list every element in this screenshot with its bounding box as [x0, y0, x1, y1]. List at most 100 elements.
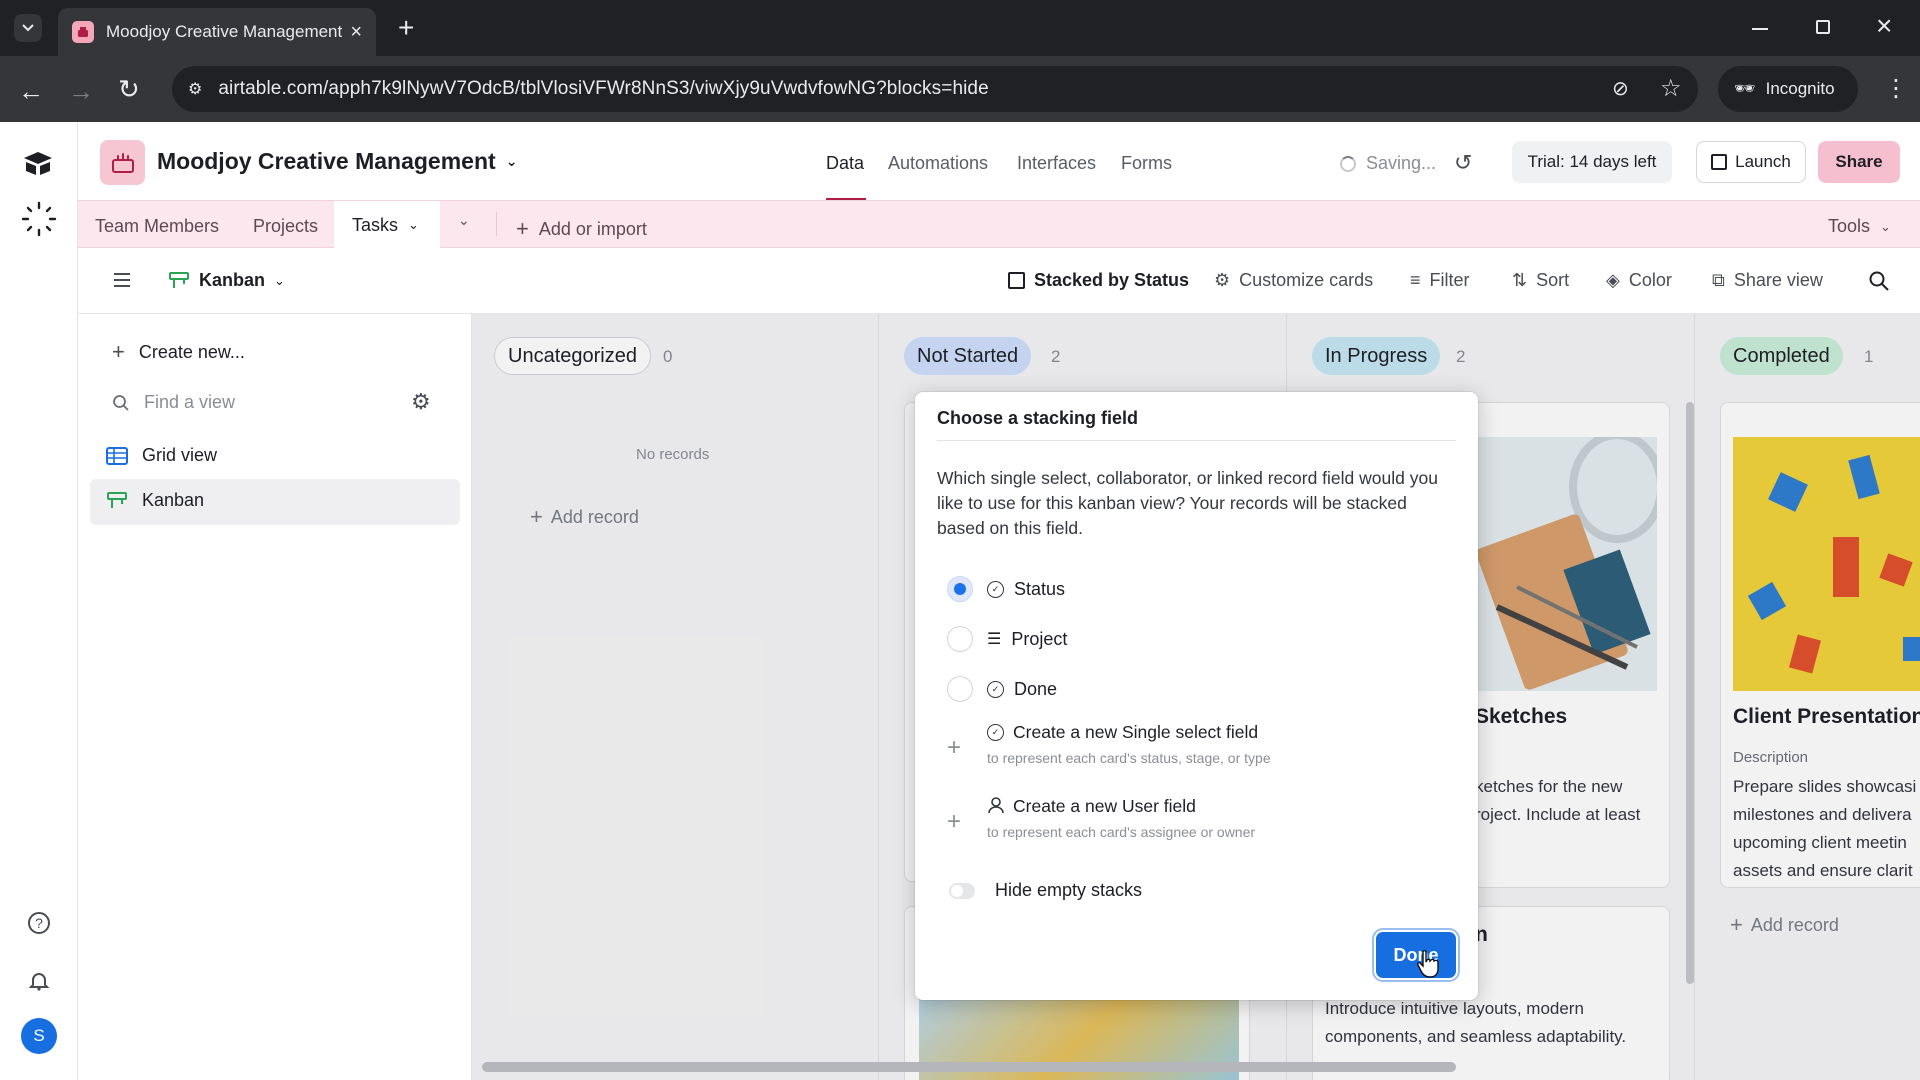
sidebar-toggle-icon[interactable] [112, 272, 132, 288]
back-icon[interactable]: ← [18, 76, 44, 107]
customize-cards-label: Customize cards [1239, 270, 1374, 290]
filter-icon: ≡ [1410, 270, 1421, 290]
chevron-down-icon: ⌄ [1880, 218, 1891, 234]
popover-description: Which single select, collaborator, or li… [937, 468, 1438, 538]
saving-status: Saving... [1340, 153, 1436, 174]
filter-button[interactable]: ≡ Filter [1410, 270, 1470, 291]
share-view-label: Share view [1733, 270, 1823, 290]
nav-interfaces[interactable]: Interfaces [1017, 153, 1096, 174]
stacking-field-popover: Choose a stacking field Which single sel… [915, 392, 1478, 1000]
sort-label: Sort [1536, 270, 1570, 290]
create-single-select-label: Create a new Single select field [1013, 722, 1259, 742]
new-tab-icon[interactable]: + [398, 12, 414, 44]
add-or-import-button[interactable]: + Add or import [516, 216, 647, 242]
table-tab-team-members[interactable]: Team Members [95, 216, 219, 237]
single-select-icon: ✓ [987, 680, 1004, 698]
tools-menu[interactable]: Tools ⌄ [1828, 216, 1891, 237]
bookmark-star-icon[interactable]: ☆ [1660, 74, 1682, 103]
view-switcher[interactable]: Kanban ⌄ [168, 270, 285, 291]
site-info-icon[interactable]: ⚙ [188, 79, 202, 99]
sidebar-item-grid-view[interactable]: Grid view [106, 445, 217, 466]
create-new-label: Create new... [138, 341, 245, 362]
help-icon[interactable]: ? [28, 912, 50, 934]
done-button[interactable]: Done [1376, 932, 1456, 978]
tab-divider [496, 212, 497, 236]
gear-icon: ⚙ [1214, 270, 1231, 290]
tab-close-icon[interactable]: × [350, 21, 362, 44]
base-name[interactable]: Moodjoy Creative Management ⌄ [157, 148, 517, 175]
find-view-input[interactable]: Find a view [112, 392, 235, 413]
single-select-icon: ✓ [987, 724, 1004, 741]
launch-button[interactable]: Launch [1696, 141, 1806, 183]
single-select-icon: ✓ [987, 580, 1004, 598]
customize-cards-button[interactable]: ⚙ Customize cards [1214, 270, 1373, 291]
mouse-cursor-icon [1417, 950, 1439, 978]
sort-button[interactable]: ⇅ Sort [1512, 270, 1569, 291]
option-project[interactable]: ☰ Project [947, 626, 1067, 652]
tab-search-icon[interactable] [14, 14, 42, 42]
kanban-icon [106, 491, 128, 511]
view-settings-gear-icon[interactable]: ⚙ [411, 389, 431, 415]
create-single-select-option[interactable]: + ✓ Create a new Single select field to … [947, 720, 1427, 780]
eye-off-icon[interactable]: ⊘ [1612, 76, 1629, 101]
nav-automations[interactable]: Automations [888, 153, 988, 174]
stacked-by-button[interactable]: Stacked by Status [1008, 270, 1189, 291]
create-new-view-button[interactable]: + Create new... [112, 339, 245, 365]
option-done[interactable]: ✓ Done [947, 676, 1057, 702]
option-project-label: Project [1011, 628, 1068, 649]
address-bar[interactable]: ⚙ airtable.com/apph7k9lNywV7OdcB/tblVlos… [172, 66, 1698, 112]
nav-data[interactable]: Data [826, 153, 864, 174]
omni-icon[interactable] [20, 200, 58, 238]
option-status[interactable]: ✓ Status [947, 576, 1065, 602]
browser-menu-icon[interactable]: ⋮ [1884, 74, 1908, 103]
tools-label: Tools [1828, 216, 1871, 236]
stacked-by-label: Stacked by Status [1034, 270, 1190, 290]
radio-unselected[interactable] [947, 626, 973, 652]
base-icon[interactable] [100, 140, 145, 185]
close-window-icon[interactable]: × [1876, 10, 1892, 42]
radio-unselected[interactable] [947, 676, 973, 702]
base-name-text: Moodjoy Creative Management [157, 148, 496, 174]
radio-selected[interactable] [947, 576, 973, 602]
browser-tab[interactable]: Moodjoy Creative Management × [58, 8, 376, 56]
table-tab-projects[interactable]: Projects [253, 216, 318, 237]
create-user-field-option[interactable]: + Create a new User field to represent e… [947, 794, 1427, 854]
user-icon [987, 796, 1005, 814]
toggle-switch[interactable] [949, 882, 975, 899]
share-button[interactable]: Share [1818, 141, 1900, 183]
paint-bucket-icon: ◈ [1606, 270, 1620, 290]
tab-title: Moodjoy Creative Management [106, 22, 343, 41]
chevron-down-icon: ⌄ [505, 153, 518, 169]
nav-forms[interactable]: Forms [1121, 153, 1172, 174]
app-rail [0, 122, 78, 1080]
forward-icon[interactable]: → [68, 76, 94, 107]
kanban-label: Kanban [142, 490, 205, 510]
view-name: Kanban [199, 270, 266, 290]
history-icon[interactable]: ↺ [1454, 150, 1472, 176]
incognito-icon: 🕶 [1734, 79, 1756, 98]
color-button[interactable]: ◈ Color [1606, 270, 1672, 291]
incognito-label: Incognito [1765, 79, 1835, 98]
table-tab-tasks[interactable]: Tasks ⌄ [334, 201, 440, 249]
incognito-indicator[interactable]: 🕶 Incognito [1718, 66, 1858, 112]
avatar-initial: S [33, 1026, 45, 1045]
reload-icon[interactable]: ↻ [118, 74, 140, 105]
minimize-icon[interactable] [1752, 28, 1768, 30]
external-link-icon: ⧉ [1712, 270, 1725, 290]
airtable-logo-icon[interactable] [22, 150, 54, 176]
option-status-label: Status [1014, 578, 1066, 599]
notifications-bell-icon[interactable] [28, 970, 50, 992]
chevron-down-icon: ⌄ [408, 217, 419, 232]
views-sidebar [78, 314, 472, 1080]
share-view-button[interactable]: ⧉ Share view [1712, 270, 1823, 291]
search-icon[interactable] [1868, 270, 1890, 292]
plus-icon: + [947, 808, 962, 835]
launch-icon [1711, 154, 1728, 170]
all-tables-chevron-icon[interactable]: ⌄ [458, 212, 470, 229]
saving-text: Saving... [1366, 153, 1437, 173]
sidebar-item-kanban[interactable]: Kanban [106, 490, 204, 511]
trial-badge[interactable]: Trial: 14 days left [1512, 141, 1672, 183]
restore-icon[interactable] [1816, 20, 1830, 34]
user-avatar[interactable]: S [21, 1018, 57, 1054]
hide-empty-stacks-toggle[interactable]: Hide empty stacks [949, 880, 1142, 901]
